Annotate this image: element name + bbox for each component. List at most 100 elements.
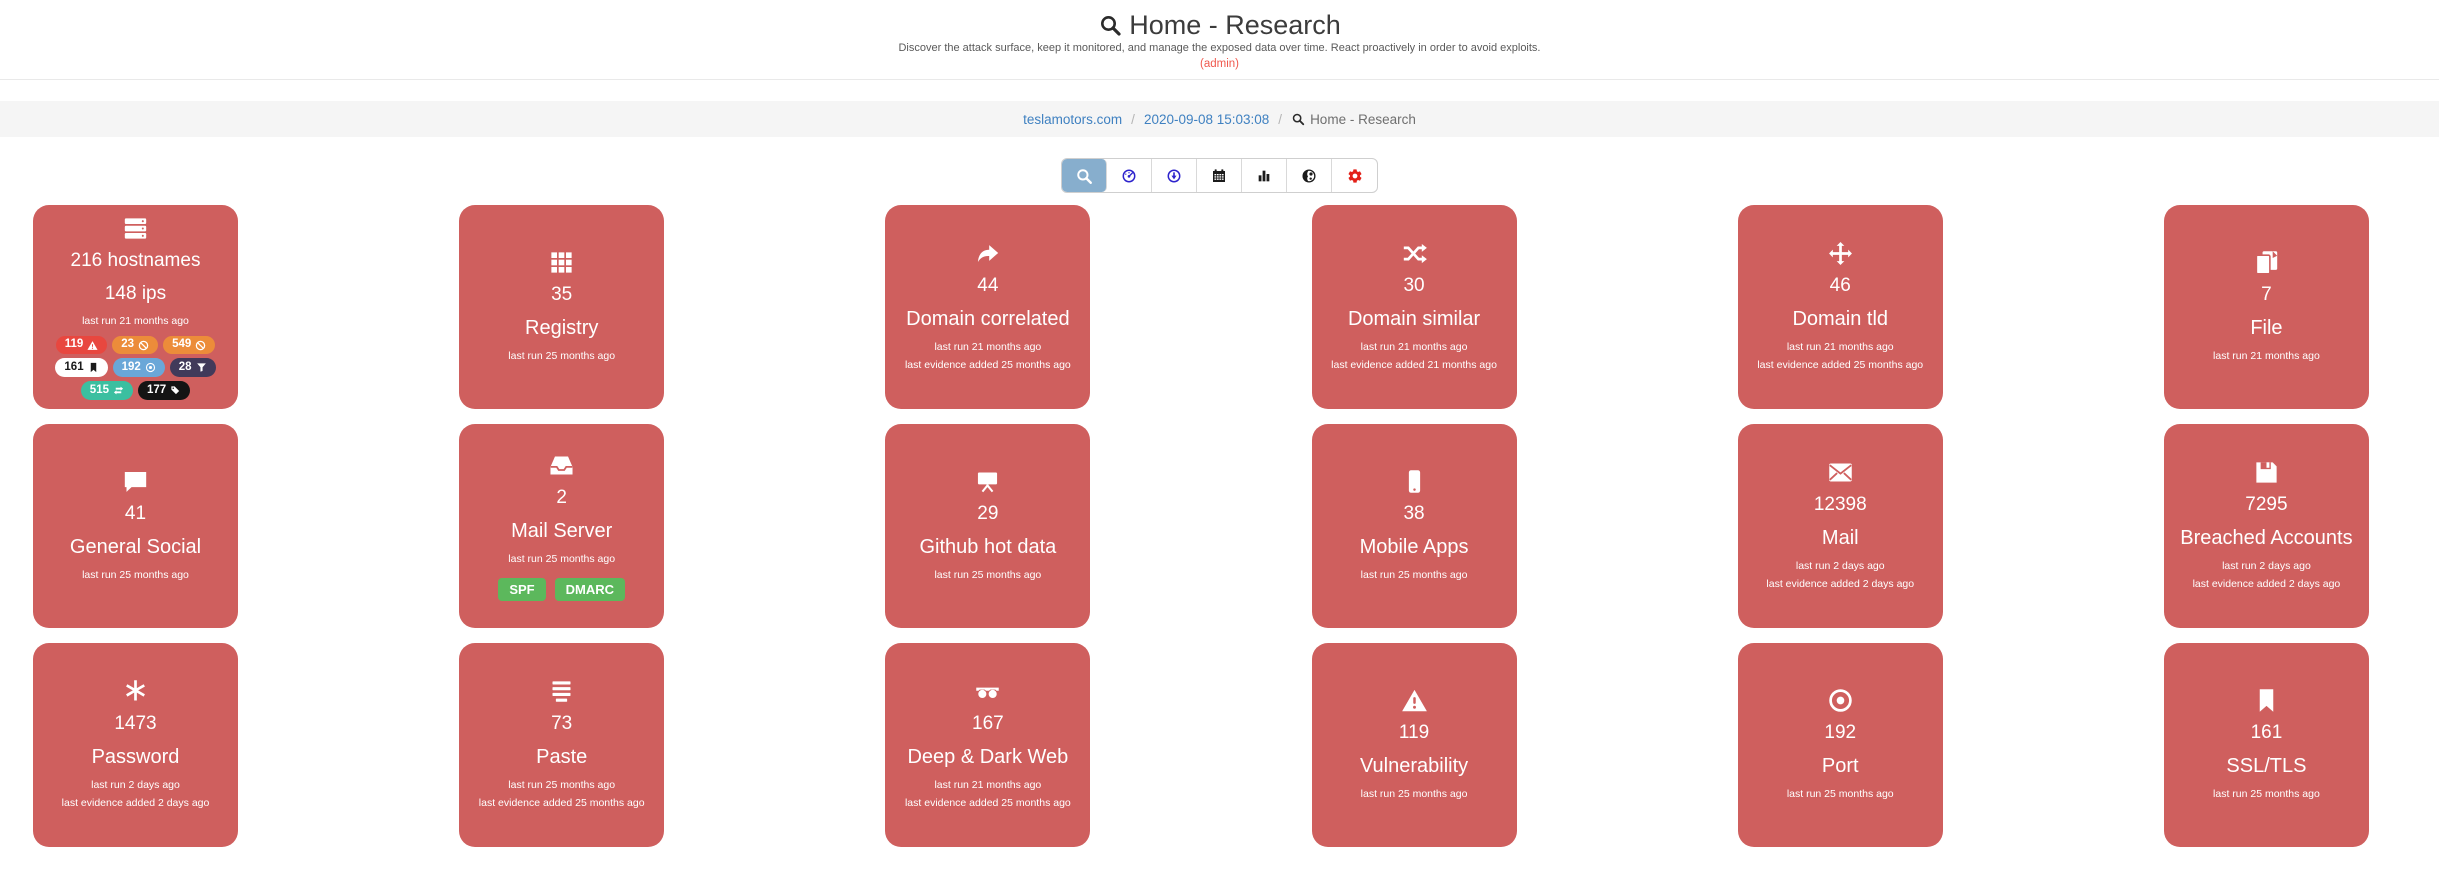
card-meta: last run 25 months ago: [934, 566, 1041, 584]
toolbar: [0, 158, 2439, 193]
card-domain-correlated[interactable]: 44Domain correlatedlast run 21 months ag…: [885, 205, 1090, 409]
card-label: Registry: [525, 316, 598, 340]
toolbar-button-research[interactable]: [1062, 159, 1107, 192]
card-label: Breached Accounts: [2180, 526, 2352, 550]
card-file[interactable]: 7Filelast run 21 months ago: [2164, 205, 2369, 409]
card-count: 119: [1399, 721, 1429, 745]
card-line: 148 ips: [105, 282, 166, 306]
card-meta-line: last run 21 months ago: [2213, 347, 2320, 365]
asterisk-icon: [122, 678, 149, 705]
count-badge-tags: 177: [138, 381, 190, 400]
card-meta-line: last run 21 months ago: [905, 776, 1071, 794]
card-general-social[interactable]: 41 General Social last run 25 months ago: [33, 424, 238, 628]
ban-icon: [138, 340, 149, 351]
bullseye-icon: [1827, 687, 1854, 714]
server-icon: [122, 215, 149, 242]
grid-icon: [548, 249, 575, 276]
toolbar-button-settings[interactable]: [1332, 159, 1377, 192]
card-meta-line: last evidence added 25 months ago: [905, 356, 1071, 374]
card-meta: last run 25 months ago: [1787, 785, 1894, 803]
card-tags: SPF DMARC: [498, 578, 625, 601]
breadcrumb-item-teslamotors-com[interactable]: teslamotors.com: [1023, 112, 1122, 127]
card-meta-line: last run 25 months ago: [82, 566, 189, 584]
toolbar-button-world[interactable]: [1287, 159, 1332, 192]
comment-icon: [122, 468, 149, 495]
search-icon: [1291, 112, 1305, 126]
card-label: Mail Server: [511, 519, 612, 543]
card-meta: last run 2 days agolast evidence added 2…: [62, 776, 210, 813]
calendar-icon: [1211, 168, 1227, 184]
card-meta-line: last run 25 months ago: [479, 776, 645, 794]
warning-icon: [1401, 687, 1428, 714]
card-meta: last run 21 months agolast evidence adde…: [905, 776, 1071, 813]
card-line: 216 hostnames: [71, 249, 201, 273]
card-label: Port: [1822, 754, 1859, 778]
count-badge-filter: 28: [170, 358, 216, 377]
card-domain-tld[interactable]: 46Domain tldlast run 21 months agolast e…: [1738, 205, 1943, 409]
card-label: SSL/TLS: [2226, 754, 2306, 778]
badge-row: 515177: [81, 381, 190, 400]
card-label: General Social: [70, 535, 201, 559]
badge-row: 16119228: [55, 358, 215, 377]
card-meta-line: last evidence added 2 days ago: [62, 794, 210, 812]
card-meta-line: last evidence added 25 months ago: [479, 794, 645, 812]
card-meta-line: last run 21 months ago: [1757, 338, 1923, 356]
lines-icon: [548, 678, 575, 705]
admin-link[interactable]: (admin): [1200, 58, 1239, 70]
card-count: 7295: [2245, 493, 2287, 517]
count-badge-bullseye: 192: [113, 358, 165, 377]
ban-icon: [195, 340, 206, 351]
mobile-icon: [1401, 468, 1428, 495]
card-deep-dark-web[interactable]: 167Deep & Dark Weblast run 21 months ago…: [885, 643, 1090, 847]
card-meta-line: last run 25 months ago: [1361, 785, 1468, 803]
card-count: 29: [977, 502, 998, 526]
card-domain-similar[interactable]: 30Domain similarlast run 21 months agola…: [1312, 205, 1517, 409]
card-breached-accounts[interactable]: 7295Breached Accountslast run 2 days ago…: [2164, 424, 2369, 628]
card-meta: last run 25 months ago: [508, 347, 615, 365]
card-mail-server[interactable]: 2Mail Serverlast run 25 months agoSPFDMA…: [459, 424, 664, 628]
tag-spf: SPF: [498, 578, 545, 601]
tag-dmarc: DMARC: [555, 578, 625, 601]
page-title: Home - Research: [1129, 9, 1341, 41]
warning-icon: [87, 340, 98, 351]
tags-icon: [170, 385, 181, 396]
card-meta: last run 25 months ago: [508, 550, 615, 568]
card-mail[interactable]: 12398Maillast run 2 days agolast evidenc…: [1738, 424, 1943, 628]
arrows-icon: [1827, 240, 1854, 267]
card-count: 1473: [114, 712, 156, 736]
breadcrumb-bar: teslamotors.com/2020-09-08 15:03:08/Home…: [0, 101, 2439, 137]
filter-icon: [196, 362, 207, 373]
gear-icon: [1347, 168, 1363, 184]
breadcrumb-item-2020-09-08-15-03-08[interactable]: 2020-09-08 15:03:08: [1144, 112, 1269, 127]
toolbar-button-calendar[interactable]: [1197, 159, 1242, 192]
card-port[interactable]: 192Portlast run 25 months ago: [1738, 643, 1943, 847]
card-mobile-apps[interactable]: 38Mobile Appslast run 25 months ago: [1312, 424, 1517, 628]
card-ssl-tls[interactable]: 161SSL/TLSlast run 25 months ago: [2164, 643, 2369, 847]
toolbar-button-download[interactable]: [1152, 159, 1197, 192]
card-password[interactable]: 1473Passwordlast run 2 days agolast evid…: [33, 643, 238, 847]
card-count: 41: [125, 502, 146, 526]
card-label: File: [2250, 316, 2282, 340]
card-meta-line: last evidence added 25 months ago: [1757, 356, 1923, 374]
card-216-hostnames[interactable]: 216 hostnames 148 ips last run 21 months a…: [33, 205, 238, 409]
card-label: Github hot data: [919, 535, 1056, 559]
bars-icon: [1256, 168, 1272, 184]
card-count: 44: [977, 274, 998, 298]
card-vulnerability[interactable]: 119Vulnerabilitylast run 25 months ago: [1312, 643, 1517, 847]
toolbar-button-statistics[interactable]: [1242, 159, 1287, 192]
floppy-icon: [2253, 459, 2280, 486]
card-paste[interactable]: 73Pastelast run 25 months agolast eviden…: [459, 643, 664, 847]
card-count: 73: [551, 712, 572, 736]
card-count: 30: [1403, 274, 1424, 298]
card-count: 161: [2251, 721, 2283, 745]
card-meta-line: last run 25 months ago: [1787, 785, 1894, 803]
card-registry[interactable]: 35Registrylast run 25 months ago: [459, 205, 664, 409]
card-meta: last run 21 months agolast evidence adde…: [1331, 338, 1497, 375]
card-meta-line: last run 2 days ago: [62, 776, 210, 794]
search-icon: [1075, 167, 1093, 185]
toolbar-button-dashboard[interactable]: [1107, 159, 1152, 192]
card-github-hot-data[interactable]: 29 Github hot data last run 25 months ago: [885, 424, 1090, 628]
bullseye-icon: [145, 362, 156, 373]
card-meta-line: last run 21 months ago: [82, 312, 189, 330]
bookmark-icon: [88, 362, 99, 373]
